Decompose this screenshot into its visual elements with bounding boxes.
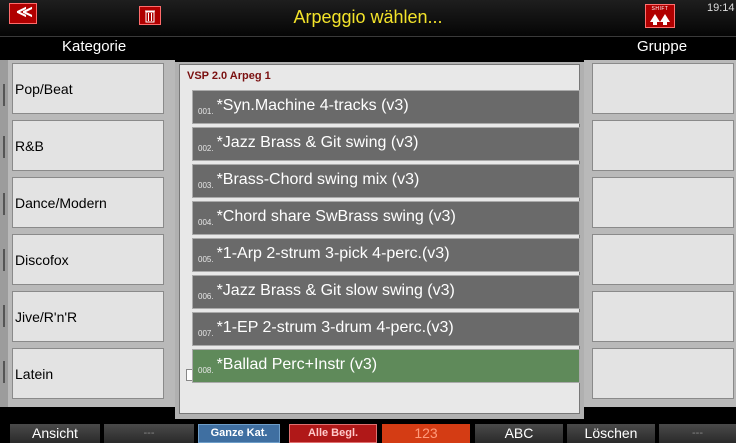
item-number: 003. [198, 180, 214, 190]
item-number: 004. [198, 217, 214, 227]
scroll-tick [3, 305, 5, 327]
category-header: Kategorie [62, 38, 127, 55]
item-number: 002. [198, 143, 214, 153]
item-number: 006. [198, 291, 214, 301]
list-item[interactable]: 004. *Chord share SwBrass swing (v3) [192, 201, 580, 235]
item-name: *1-Arp 2-strum 3-pick 4-perc.(v3) [216, 245, 450, 262]
group-slot[interactable] [592, 348, 734, 399]
category-scrollbar[interactable] [0, 60, 8, 407]
ansicht-button[interactable]: Ansicht [10, 424, 100, 443]
list-title: VSP 2.0 Arpeg 1 [187, 70, 271, 82]
group-slot[interactable] [592, 234, 734, 285]
item-name: *Jazz Brass & Git swing (v3) [216, 134, 419, 151]
title-bar: ≪ Arpeggio wählen... SHIFT 19:14 [0, 0, 736, 37]
abc-sort-button[interactable]: ABC [475, 424, 563, 443]
ganze-kat-button[interactable]: Ganze Kat. [198, 424, 280, 443]
item-number: 008. [198, 365, 214, 375]
item-name: *Syn.Machine 4-tracks (v3) [216, 97, 409, 114]
list-item[interactable]: 007. *1-EP 2-strum 3-drum 4-perc.(v3) [192, 312, 580, 346]
category-jive-rnr[interactable]: Jive/R'n'R [12, 291, 164, 342]
scroll-tick [3, 84, 5, 106]
clock: 19:14 [707, 2, 735, 14]
item-number: 007. [198, 328, 214, 338]
list-item[interactable]: 003. *Brass-Chord swing mix (v3) [192, 164, 580, 198]
list-item[interactable]: 002. *Jazz Brass & Git swing (v3) [192, 127, 580, 161]
scroll-tick [3, 136, 5, 158]
list-item[interactable]: 001. *Syn.Machine 4-tracks (v3) [192, 90, 580, 124]
empty-button-1[interactable]: --- [104, 424, 194, 443]
group-slot[interactable] [592, 291, 734, 342]
arpeggio-list-area: VSP 2.0 Arpeg 1 001. *Syn.Machine 4-trac… [175, 62, 584, 419]
empty-button-2[interactable]: --- [659, 424, 736, 443]
category-dance-modern[interactable]: Dance/Modern [12, 177, 164, 228]
category-rnb[interactable]: R&B [12, 120, 164, 171]
item-number: 005. [198, 254, 214, 264]
group-slot[interactable] [592, 120, 734, 171]
alle-begl-button[interactable]: Alle Begl. [289, 424, 377, 443]
item-name: *Ballad Perc+Instr (v3) [216, 356, 378, 373]
list-item-selected[interactable]: 008. *Ballad Perc+Instr (v3) [192, 349, 580, 383]
arpeggio-list-panel: VSP 2.0 Arpeg 1 001. *Syn.Machine 4-trac… [179, 64, 580, 414]
category-discofox[interactable]: Discofox [12, 234, 164, 285]
scroll-tick [3, 361, 5, 383]
numeric-sort-button[interactable]: 123 [382, 424, 470, 443]
loeschen-button[interactable]: Löschen [567, 424, 655, 443]
group-column [584, 60, 736, 407]
scroll-tick [3, 249, 5, 271]
category-pop-beat[interactable]: Pop/Beat [12, 63, 164, 114]
page-title: Arpeggio wählen... [293, 7, 443, 27]
item-number: 001. [198, 106, 214, 116]
group-header: Gruppe [637, 38, 688, 55]
group-slot[interactable] [592, 63, 734, 114]
category-latein[interactable]: Latein [12, 348, 164, 399]
item-name: *Chord share SwBrass swing (v3) [216, 208, 456, 225]
item-name: *Brass-Chord swing mix (v3) [216, 171, 420, 188]
item-name: *1-EP 2-strum 3-drum 4-perc.(v3) [216, 319, 454, 336]
scroll-tick [3, 193, 5, 215]
group-slot[interactable] [592, 177, 734, 228]
category-column: Pop/Beat R&B Dance/Modern Discofox Jive/… [0, 60, 175, 407]
list-item[interactable]: 006. *Jazz Brass & Git slow swing (v3) [192, 275, 580, 309]
list-item[interactable]: 005. *1-Arp 2-strum 3-pick 4-perc.(v3) [192, 238, 580, 272]
item-name: *Jazz Brass & Git slow swing (v3) [216, 282, 455, 299]
shift-arrows-icon [650, 14, 670, 25]
shift-button[interactable]: SHIFT [645, 4, 675, 28]
